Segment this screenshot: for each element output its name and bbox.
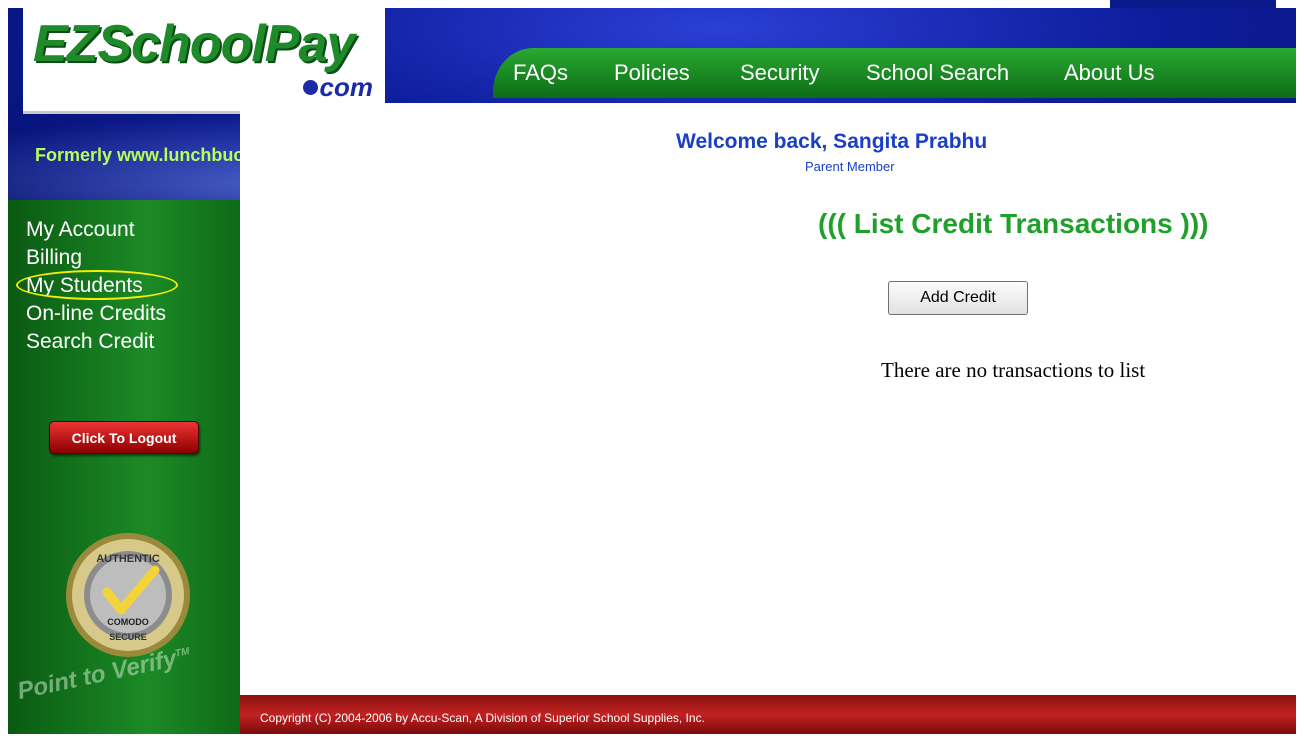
footer: Copyright (C) 2004-2006 by Accu-Scan, A … xyxy=(240,695,1296,734)
sidebar-item-search-credit[interactable]: Search Credit xyxy=(26,328,154,356)
empty-transactions-message: There are no transactions to list xyxy=(881,358,1146,382)
logo-main-text: EZSchoolPay xyxy=(33,15,355,73)
add-credit-button[interactable]: Add Credit xyxy=(888,281,1028,315)
nav-policies-link[interactable]: Policies xyxy=(614,60,690,86)
welcome-greeting: Welcome back, Sangita Prabhu xyxy=(676,130,988,153)
nav-about-us-link[interactable]: About Us xyxy=(1064,60,1155,86)
logo-com-text: com xyxy=(302,72,373,103)
sidebar-item-online-credits[interactable]: On-line Credits xyxy=(26,300,166,328)
seal-top-text: AUTHENTIC xyxy=(96,553,160,565)
sidebar-item-my-account[interactable]: My Account xyxy=(26,216,135,244)
nav-security-link[interactable]: Security xyxy=(740,60,819,86)
footer-copyright: Copyright (C) 2004-2006 by Accu-Scan, A … xyxy=(260,711,705,725)
seal-bottom-text: SECURE xyxy=(109,632,147,642)
seal-mid-text: COMODO xyxy=(107,617,149,627)
main-content xyxy=(240,103,1296,695)
logo-dot-icon xyxy=(302,80,318,95)
top-nav-bar: FAQs Policies Security School Search Abo… xyxy=(493,48,1296,98)
logout-button[interactable]: Click To Logout xyxy=(49,421,199,454)
comodo-secure-seal-icon[interactable]: AUTHENTIC COMODO SECURE xyxy=(63,530,193,660)
site-logo[interactable]: EZSchoolPay com xyxy=(23,8,385,114)
page-title: ((( List Credit Transactions ))) xyxy=(818,208,1209,239)
logo-com-label: com xyxy=(319,72,373,102)
page-frame: EZSchoolPay com FAQs Policies Security S… xyxy=(8,8,1296,734)
member-role: Parent Member xyxy=(805,159,895,174)
trademark-mark: TM xyxy=(174,645,191,660)
nav-faqs-link[interactable]: FAQs xyxy=(513,60,568,86)
nav-school-search-link[interactable]: School Search xyxy=(866,60,1009,86)
my-students-highlight-ring xyxy=(16,270,178,300)
sidebar-item-billing[interactable]: Billing xyxy=(26,244,82,272)
top-right-corner-box xyxy=(1110,0,1276,8)
